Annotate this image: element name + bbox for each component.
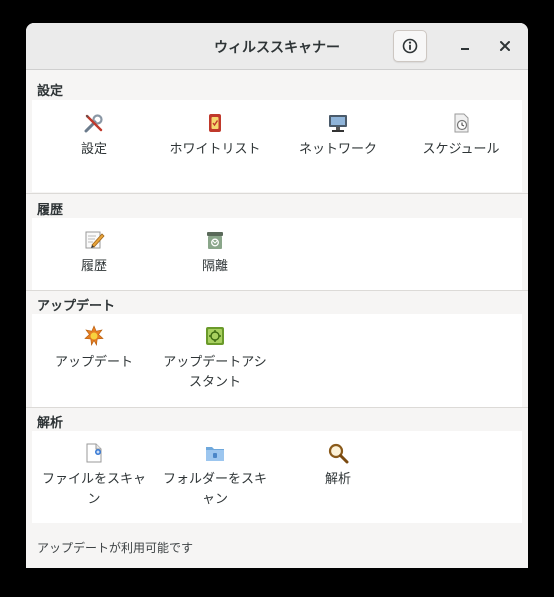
- tile-analysis[interactable]: 解析: [283, 442, 393, 490]
- tile-label: 履歴: [80, 259, 107, 274]
- minimize-button[interactable]: [454, 35, 476, 57]
- title-bar: ウィルススキャナー: [26, 23, 528, 70]
- app-window: ウィルススキャナー 設定 設定 ホワイトリスト ネットワーク スケジュール 履歴…: [26, 23, 528, 568]
- section-header-settings: 設定: [37, 84, 64, 99]
- analysis-panel: ファイルをスキャン フォルダーをスキャン 解析: [32, 431, 522, 523]
- tile-settings[interactable]: 設定: [39, 112, 149, 160]
- tile-update-assistant[interactable]: アップデートアシスタント: [160, 325, 270, 393]
- update-icon: [84, 325, 104, 346]
- tile-quarantine[interactable]: 隔離: [160, 229, 270, 277]
- settings-panel: 設定 ホワイトリスト ネットワーク スケジュール: [32, 100, 522, 192]
- update-assistant-icon: [206, 327, 224, 345]
- history-icon: [85, 231, 105, 249]
- tile-schedule[interactable]: スケジュール: [406, 112, 516, 160]
- tools-icon: [84, 114, 103, 133]
- status-bar-text: アップデートが利用可能です: [37, 541, 194, 555]
- scan-file-icon: [86, 443, 102, 463]
- schedule-icon: [454, 113, 469, 133]
- tile-label: 隔離: [201, 259, 228, 274]
- tile-scan-folder[interactable]: フォルダーをスキャン: [160, 442, 270, 510]
- about-button[interactable]: [393, 30, 427, 62]
- quarantine-icon: [207, 232, 223, 249]
- section-header-analysis: 解析: [37, 416, 64, 431]
- update-panel: アップデート アップデートアシスタント: [32, 314, 522, 407]
- tile-label: 解析: [324, 472, 351, 487]
- divider: [26, 407, 528, 408]
- tile-label: 設定: [80, 142, 107, 157]
- divider: [26, 290, 528, 291]
- tile-history[interactable]: 履歴: [39, 229, 149, 277]
- tile-scan-file[interactable]: ファイルをスキャン: [39, 442, 149, 510]
- section-header-history: 履歴: [37, 203, 64, 218]
- tile-label: スケジュール: [422, 142, 500, 157]
- tile-network[interactable]: ネットワーク: [283, 112, 393, 160]
- close-icon: [500, 41, 510, 51]
- network-icon: [329, 115, 347, 132]
- tile-label: アップデートアシスタント: [163, 355, 267, 390]
- tile-label: ネットワーク: [298, 142, 377, 157]
- minimize-icon: [461, 48, 469, 50]
- scan-folder-icon: [206, 447, 224, 461]
- info-icon: [402, 38, 418, 54]
- tile-label: フォルダーをスキャン: [162, 472, 267, 507]
- tile-label: ホワイトリスト: [169, 142, 261, 157]
- tile-update[interactable]: アップデート: [39, 325, 149, 373]
- tile-label: アップデート: [54, 355, 133, 370]
- whitelist-icon: [209, 114, 221, 132]
- history-panel: 履歴 隔離: [32, 218, 522, 290]
- magnifier-icon: [328, 443, 349, 464]
- divider: [26, 193, 528, 194]
- tile-label: ファイルをスキャン: [41, 472, 146, 507]
- section-header-update: アップデート: [37, 299, 116, 314]
- close-button[interactable]: [494, 35, 516, 57]
- tile-whitelist[interactable]: ホワイトリスト: [160, 112, 270, 160]
- window-title: ウィルススキャナー: [214, 40, 340, 56]
